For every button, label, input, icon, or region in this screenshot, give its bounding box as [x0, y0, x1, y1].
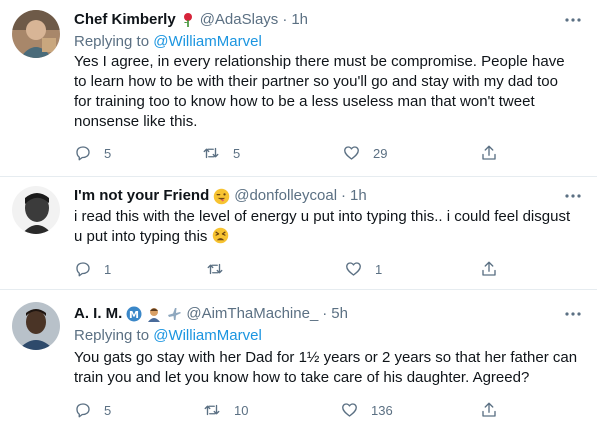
tweet-text: You gats go stay with her Dad for 1½ yea…	[74, 349, 578, 386]
reply-count: 5	[104, 145, 112, 161]
retweet-button[interactable]	[205, 259, 237, 279]
tired-face-emoji	[212, 227, 229, 250]
replying-to: Replying to @WilliamMarvel	[74, 32, 262, 52]
like-count: 29	[373, 145, 388, 161]
display-name[interactable]: A. I. M.	[74, 304, 122, 324]
share-button[interactable]	[480, 143, 498, 163]
replying-to-link[interactable]: @WilliamMarvel	[153, 327, 262, 344]
separator-dot: ·	[282, 11, 288, 28]
tweet-actions: 1 1	[74, 259, 554, 279]
user-handle[interactable]: @AimThaMachine_	[186, 304, 318, 324]
retweet-count: 10	[234, 402, 249, 418]
reply-icon	[76, 262, 90, 277]
reply-icon	[76, 146, 90, 161]
heart-icon	[344, 146, 359, 160]
svg-text:M: M	[129, 310, 139, 321]
tweet-2[interactable]: I'm not your Friend @donfolleycoal · 1h …	[0, 177, 597, 287]
timestamp[interactable]: 1h	[291, 10, 308, 30]
tweet-actions: 5 10 136	[74, 400, 554, 420]
user-handle[interactable]: @donfolleycoal	[234, 186, 337, 206]
tweet-text: i read this with the level of energy u p…	[74, 207, 579, 250]
heart-icon	[342, 403, 357, 417]
user-handle[interactable]: @AdaSlays	[200, 10, 279, 30]
tweet-text-line-1: i read this with the level of energy u p…	[74, 208, 571, 225]
tweet-text: Yes I agree, in every relationship there…	[74, 53, 565, 130]
tweet-text-line-2-text: u put into typing this	[74, 228, 208, 245]
separator-dot: ·	[341, 187, 347, 204]
avatar[interactable]	[12, 186, 60, 234]
avatar[interactable]	[12, 10, 60, 58]
retweet-count: 5	[233, 145, 241, 161]
reply-count: 5	[104, 402, 112, 418]
tweet-header: A. I. M. M @AimThaMachine_ · 5h	[74, 304, 557, 324]
share-icon	[482, 261, 496, 276]
share-icon	[482, 145, 496, 160]
reply-icon	[76, 403, 90, 418]
share-button[interactable]	[480, 400, 498, 420]
retweet-icon	[207, 263, 223, 275]
more-options-icon[interactable]	[561, 304, 585, 324]
retweet-icon	[204, 404, 220, 416]
like-button[interactable]: 136	[340, 400, 393, 420]
retweet-button[interactable]: 5	[201, 143, 240, 163]
tweet-3[interactable]: A. I. M. M @AimThaMachine_ · 5h Replying…	[0, 290, 597, 442]
tweet-text-line-2: u put into typing this	[74, 227, 579, 250]
display-name[interactable]: I'm not your Friend	[74, 186, 209, 206]
share-icon	[482, 402, 496, 417]
heart-icon	[346, 262, 361, 276]
reply-button[interactable]: 5	[74, 143, 111, 163]
retweet-icon	[203, 147, 219, 159]
tweet-actions: 5 5 29	[74, 143, 554, 163]
replying-to: Replying to @WilliamMarvel	[74, 326, 262, 346]
reply-count: 1	[104, 261, 112, 277]
display-name[interactable]: Chef Kimberly	[74, 10, 176, 30]
avatar[interactable]	[12, 302, 60, 350]
reply-button[interactable]: 1	[74, 259, 111, 279]
replying-to-link[interactable]: @WilliamMarvel	[153, 33, 262, 50]
timestamp[interactable]: 5h	[331, 304, 348, 324]
rose-emoji	[180, 12, 196, 28]
circled-m-emoji: M	[126, 306, 142, 322]
timestamp[interactable]: 1h	[350, 186, 367, 206]
reply-button[interactable]: 5	[74, 400, 111, 420]
replying-prefix: Replying to	[74, 33, 150, 50]
share-button[interactable]	[480, 259, 498, 279]
like-count: 136	[371, 402, 393, 418]
like-button[interactable]: 29	[342, 143, 387, 163]
airplane-emoji	[166, 306, 182, 322]
tweet-header: Chef Kimberly @AdaSlays · 1h	[74, 10, 557, 30]
retweet-button[interactable]: 10	[202, 400, 248, 420]
separator-dot: ·	[322, 305, 328, 322]
tweet-header: I'm not your Friend @donfolleycoal · 1h	[74, 186, 557, 206]
man-emoji	[146, 306, 162, 322]
more-options-icon[interactable]	[561, 186, 585, 206]
replying-prefix: Replying to	[74, 327, 150, 344]
like-count: 1	[375, 261, 383, 277]
tweet-1[interactable]: Chef Kimberly @AdaSlays · 1h Replying to…	[0, 0, 597, 176]
more-options-icon[interactable]	[561, 10, 585, 30]
winking-tongue-face-emoji	[213, 188, 230, 205]
like-button[interactable]: 1	[344, 259, 382, 279]
